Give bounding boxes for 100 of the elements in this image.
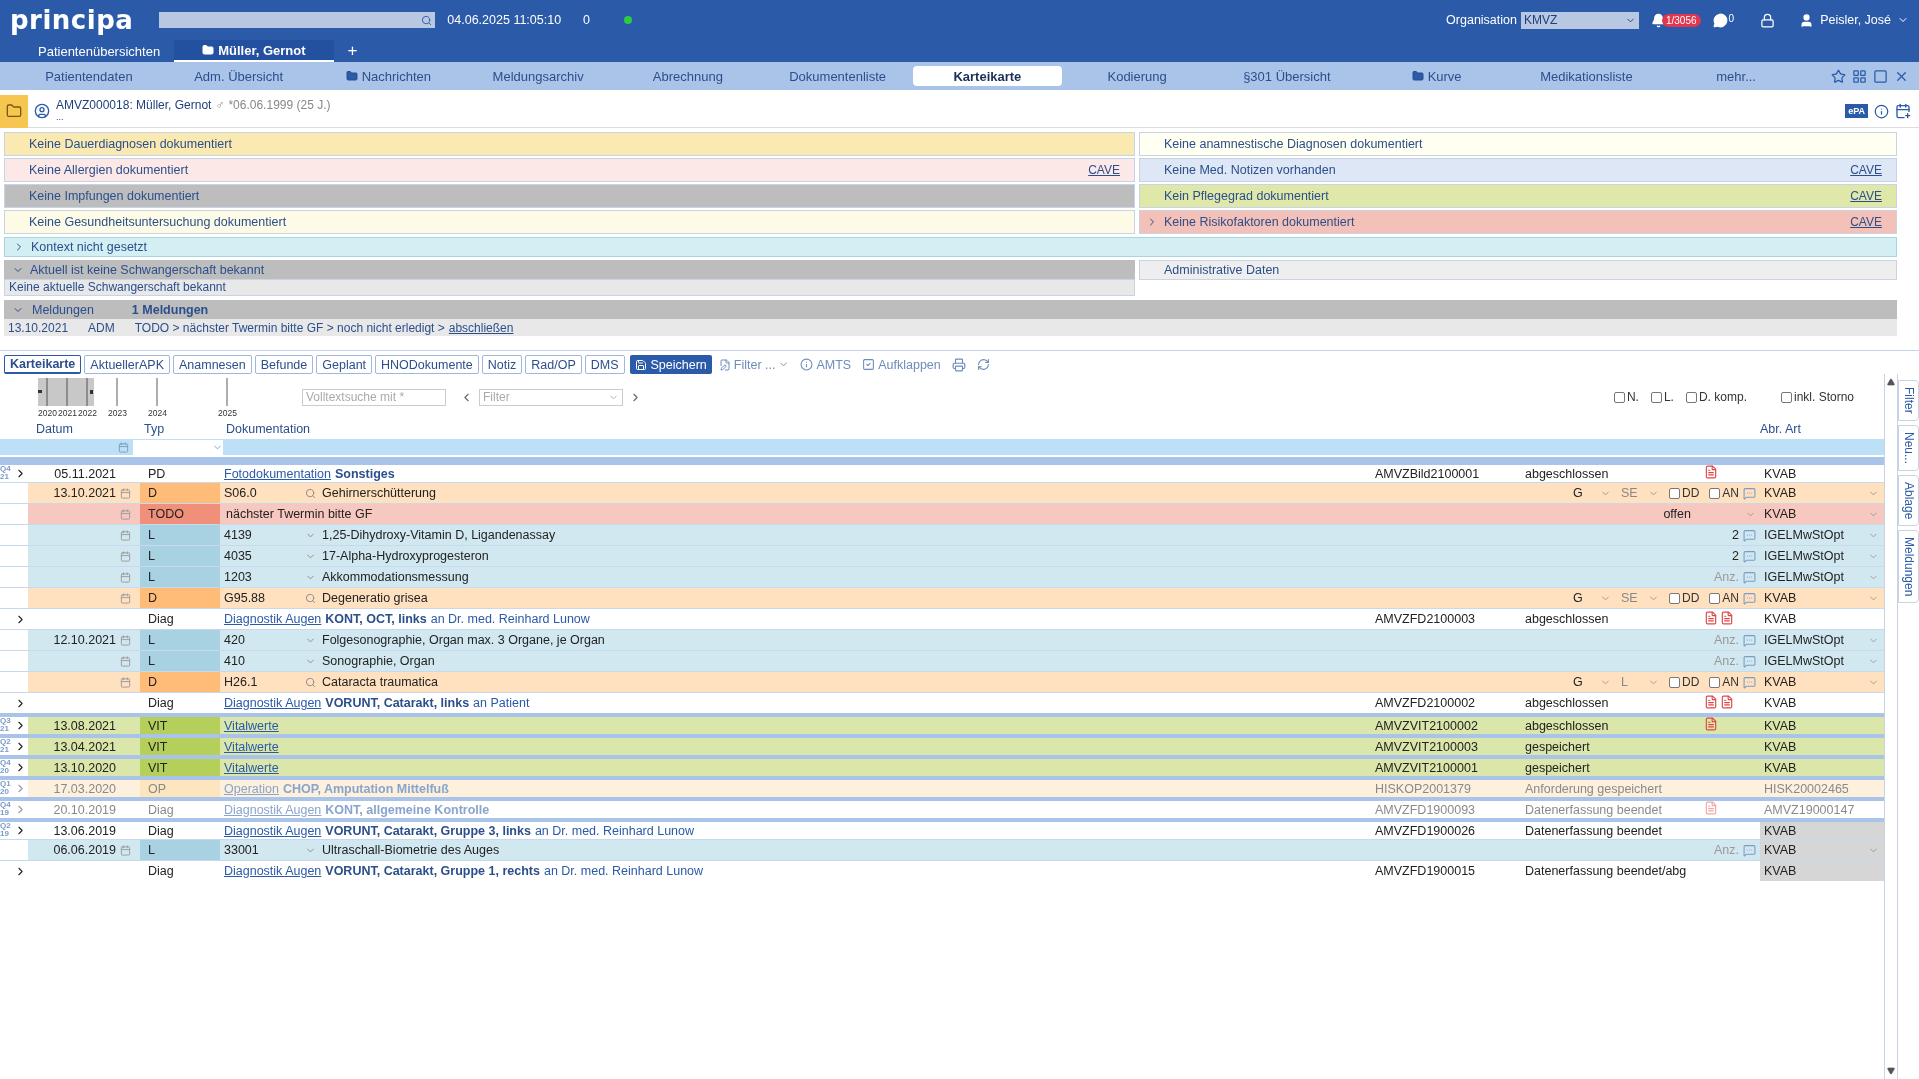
record-tab[interactable]: AktuellerAPK [84,355,170,374]
calendar-icon[interactable] [120,487,131,499]
calendar-icon[interactable] [120,529,131,541]
epa-button[interactable]: ePA [1845,104,1868,118]
checkbox[interactable] [1650,391,1662,403]
record-tab[interactable]: Notiz [481,355,523,374]
table-row[interactable]: 13.10.2021 D S06.0 Gehirnerschütterung G SE DD AN KVAB [28,483,1884,503]
checkbox[interactable] [1685,391,1697,403]
type-filter[interactable] [133,439,223,455]
billing-select[interactable]: KVAB [1760,840,1868,860]
comment-icon[interactable] [1743,843,1756,857]
comment-icon[interactable] [1743,654,1756,668]
table-row[interactable]: L 1203 Akkommodationsmessung Anz. IGELMwStOpt [28,567,1884,587]
comment-icon[interactable] [1743,633,1756,647]
context-bar[interactable]: Kontext nicht gesetzt [4,237,1897,257]
record-tab[interactable]: Anamnesen [173,355,252,374]
admin-bar[interactable]: Administrative Daten [1139,260,1897,280]
cave-link[interactable]: CAVE [1850,189,1882,203]
table-row[interactable]: L 410 Sonographie, Organ Anz. IGELMwStOpt [28,651,1884,671]
patient-tab[interactable]: Patientenübersichten [28,40,171,62]
record-tab[interactable]: Karteikarte [4,355,82,374]
nav-tab[interactable]: mehr... [1661,66,1811,86]
checkbox[interactable] [1709,487,1721,499]
pdf-icon[interactable] [1704,610,1718,625]
nav-tab[interactable]: Kodierung [1062,66,1212,86]
record-tab[interactable]: Befunde [254,355,314,374]
certainty-select[interactable]: G [1573,486,1583,500]
search-icon[interactable] [305,592,316,604]
nav-tab[interactable]: Meldungsarchiv [463,66,613,86]
table-row[interactable]: L 4139 1,25-Dihydroxy-Vitamin D, Ligandenassay 2 IGELMwStOpt [28,525,1884,545]
search-icon[interactable] [305,487,316,499]
print-icon[interactable] [951,357,966,372]
certainty-select[interactable]: G [1573,675,1583,689]
layout-icon[interactable] [1852,68,1867,84]
expand-button[interactable]: Aufklappen [858,355,945,374]
table-row[interactable]: 13.08.2021 VIT Vitalwerte AMVZVIT2100002 abgeschlossen KVAB [28,717,1884,734]
search-icon[interactable] [421,14,433,26]
fulltext-search-field[interactable]: Volltextsuche mit * [302,388,446,406]
side-tab[interactable]: Filter [1898,380,1919,421]
document-link[interactable]: Vitalwerte [224,739,279,754]
comment-icon[interactable] [1743,486,1756,500]
patient-tab[interactable]: Müller, Gernot [174,40,334,62]
amts-button[interactable]: AMTS [796,355,856,374]
nav-tab[interactable]: Nachrichten [313,66,464,86]
pdf-icon[interactable] [1720,610,1734,625]
count-field[interactable]: 2 [1732,549,1739,563]
complete-link[interactable]: abschließen [448,320,514,335]
nav-tab[interactable]: §301 Übersicht [1212,66,1362,86]
document-link[interactable]: Vitalwerte [224,718,279,733]
pdf-icon[interactable] [1720,694,1734,709]
scroll-down-icon[interactable] [1887,1067,1895,1075]
cave-link[interactable]: CAVE [1088,163,1120,177]
info-icon[interactable] [1874,103,1889,119]
record-tab[interactable]: Rad/OP [525,355,582,374]
document-link[interactable]: Diagnostik Augen [224,864,322,878]
cave-link[interactable]: CAVE [1850,163,1882,177]
table-row[interactable]: D H26.1 Cataracta traumatica G L DD AN KVAB [28,672,1884,692]
comment-icon[interactable] [1743,549,1756,563]
document-link[interactable]: Fotodokumentation [224,466,331,481]
calendar-icon[interactable] [120,676,131,688]
calendar-add-icon[interactable] [1895,103,1911,119]
calendar-icon[interactable] [120,571,131,583]
nav-tab[interactable]: Dokumentenliste [762,66,913,86]
search-icon[interactable] [305,676,316,688]
checkbox[interactable] [1780,391,1792,403]
document-link[interactable]: Vitalwerte [224,760,279,775]
checkbox[interactable] [1709,676,1721,688]
filter-button[interactable]: Filter ... [714,355,794,374]
save-button[interactable]: Speichern [629,355,712,374]
folder-icon[interactable] [0,94,28,128]
search-field[interactable] [159,12,436,28]
timeline-drawing[interactable]: 202020212022 2023 2024 2025 [36,376,256,418]
nav-tab[interactable]: Kurve [1361,66,1512,86]
nav-tab[interactable]: Abrechnung [613,66,763,86]
messages-header[interactable]: Meldungen 1 Meldungen [4,300,1897,319]
calendar-icon[interactable] [120,655,131,667]
side-tab[interactable]: Ablage [1898,474,1919,527]
calendar-icon[interactable] [118,441,129,453]
nav-tab[interactable]: Adm. Übersicht [163,66,314,86]
pdf-icon[interactable] [1704,717,1718,731]
nav-tab[interactable]: Patientendaten [14,66,164,86]
side-tab[interactable]: Meldungen [1898,530,1919,604]
pdf-icon[interactable] [1704,694,1718,709]
record-tab[interactable]: DMS [584,355,625,374]
certainty-select[interactable]: G [1573,591,1583,605]
comment-icon[interactable] [1743,570,1756,584]
comment-icon[interactable] [1743,591,1756,605]
status-select[interactable]: offen [1663,507,1691,521]
table-row[interactable]: 13.04.2021 VIT Vitalwerte AMVZVIT2100003 gespeichert KVAB [28,738,1884,755]
scroll-up-icon[interactable] [1887,378,1895,386]
side-tab[interactable]: Neu... [1898,424,1919,471]
table-row[interactable]: D G95.88 Degeneratio grisea G SE DD AN KVAB [28,588,1884,608]
table-row[interactable]: L 4035 17-Alpha-Hydroxyprogesteron 2 IGELMwStOpt [28,546,1884,566]
comment-icon[interactable] [1743,528,1756,542]
nav-tab[interactable]: Karteikarte [912,66,1063,86]
table-row[interactable]: TODO nächster Twermin bitte GF offen KVAB [28,504,1884,524]
organisation-select[interactable]: KMVZ [1520,11,1639,29]
document-link[interactable]: Diagnostik Augen [224,612,322,626]
pdf-icon[interactable] [1704,801,1718,815]
count-field[interactable]: 2 [1732,528,1739,542]
